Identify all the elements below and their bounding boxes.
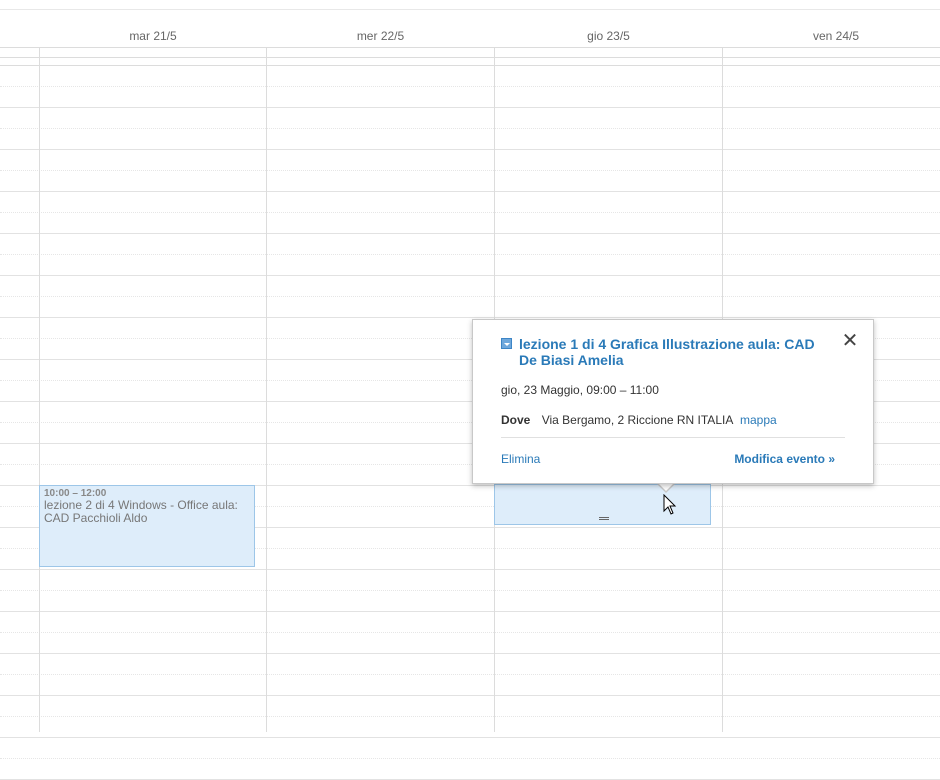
half-hour-line [0, 674, 940, 675]
where-label: Dove [501, 413, 531, 427]
day-column-divider [39, 47, 40, 732]
hour-line [0, 107, 940, 108]
event-when: gio, 23 Maggio, 09:00 – 11:00 [501, 383, 659, 397]
day-column-divider [266, 47, 267, 732]
half-hour-line [0, 758, 940, 759]
close-icon[interactable]: ✕ [841, 331, 859, 351]
half-hour-line [0, 212, 940, 213]
event-details-popup: lezione 1 di 4 Grafica Illustrazione aul… [472, 319, 874, 484]
popup-divider [501, 437, 845, 438]
hour-line [0, 275, 940, 276]
edit-event-link[interactable]: Modifica evento » [734, 452, 835, 466]
dropdown-square-icon[interactable] [501, 338, 512, 349]
half-hour-line [0, 632, 940, 633]
hour-line [0, 611, 940, 612]
calendar-event[interactable]: 10:00 – 12:00 lezione 2 di 4 Windows - O… [39, 485, 255, 567]
header-separator [0, 47, 940, 48]
hour-line [0, 695, 940, 696]
popup-event-title[interactable]: lezione 1 di 4 Grafica Illustrazione aul… [519, 336, 831, 368]
mouse-pointer-icon [663, 494, 677, 515]
hour-line [0, 737, 940, 738]
half-hour-line [0, 170, 940, 171]
hour-line [0, 149, 940, 150]
delete-link[interactable]: Elimina [501, 452, 540, 466]
day-header-thu[interactable]: gio 23/5 [495, 10, 722, 47]
popup-title-block: lezione 1 di 4 Grafica Illustrazione aul… [501, 336, 831, 368]
hour-line [0, 569, 940, 570]
hour-line [0, 653, 940, 654]
map-link[interactable]: mappa [740, 413, 777, 427]
event-where: Dove Via Bergamo, 2 Riccione RN ITALIA m… [501, 413, 777, 427]
selected-event[interactable] [494, 484, 711, 525]
event-title: lezione 2 di 4 Windows - Office aula: CA… [44, 498, 238, 525]
half-hour-line [0, 296, 940, 297]
half-hour-line [0, 716, 940, 717]
week-header: mar 21/5 mer 22/5 gio 23/5 ven 24/5 [0, 10, 940, 58]
day-header-fri[interactable]: ven 24/5 [723, 10, 940, 47]
hour-line [0, 317, 940, 318]
allday-top-separator [0, 57, 940, 58]
half-hour-line [0, 590, 940, 591]
resize-handle-icon[interactable] [599, 517, 609, 520]
hour-line [0, 233, 940, 234]
half-hour-line [0, 254, 940, 255]
hour-line [0, 191, 940, 192]
half-hour-line [0, 86, 940, 87]
where-value: Via Bergamo, 2 Riccione RN ITALIA [541, 413, 733, 427]
day-header-wed[interactable]: mer 22/5 [267, 10, 494, 47]
half-hour-line [0, 128, 940, 129]
day-header-tue[interactable]: mar 21/5 [40, 10, 266, 47]
